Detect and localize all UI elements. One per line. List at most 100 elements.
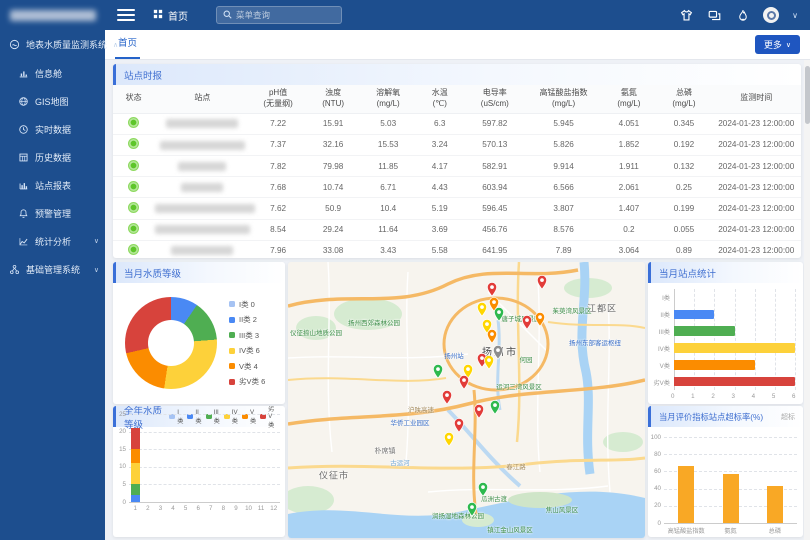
page-scrollbar bbox=[804, 60, 810, 540]
y-tick-label: 40 bbox=[654, 485, 661, 492]
vbar-总磷[interactable] bbox=[767, 486, 783, 523]
legend-item-III类[interactable]: III类 3 bbox=[229, 330, 265, 341]
yearly-grade-chart: 0510152025123456789101112 bbox=[129, 414, 280, 502]
sidebar-toggle-icon[interactable] bbox=[117, 9, 135, 22]
map-pin-red[interactable] bbox=[537, 275, 548, 290]
vbar-氨氮[interactable] bbox=[723, 474, 739, 523]
y-tick-label: 100 bbox=[651, 434, 661, 441]
exceed-rate-legend[interactable]: 超标 bbox=[781, 412, 795, 422]
sidebar-item-GIS地图[interactable]: GIS地图 bbox=[0, 87, 105, 115]
y-tick-label: 0 bbox=[123, 499, 126, 506]
map-pin-orange[interactable] bbox=[535, 312, 546, 327]
legend-dot bbox=[229, 332, 235, 338]
table-row[interactable]: 7.6250.910.45.19596.453.8071.4070.199202… bbox=[113, 198, 801, 219]
sidebar-item-站点报表[interactable]: 站点报表 bbox=[0, 171, 105, 199]
sidebar-item-信息舱[interactable]: 信息舱 bbox=[0, 59, 105, 87]
value-cell: 0.2 bbox=[601, 219, 656, 240]
map-pin-red[interactable] bbox=[487, 282, 498, 297]
gridline bbox=[674, 289, 675, 390]
bar-segment-III类 bbox=[131, 484, 140, 495]
value-cell: 1.911 bbox=[601, 155, 656, 176]
sidebar-item-统计分析[interactable]: 统计分析∨ bbox=[0, 227, 105, 255]
breadcrumb-home[interactable]: 首页 bbox=[168, 8, 188, 23]
map-pin-green[interactable] bbox=[433, 364, 444, 379]
hbar-II类[interactable] bbox=[674, 310, 714, 320]
station-report-title: 站点时报 bbox=[124, 68, 162, 82]
map-pin-green[interactable] bbox=[478, 482, 489, 497]
legend-item-劣V类[interactable]: 劣V类 6 bbox=[229, 376, 265, 387]
map-pin-red[interactable] bbox=[442, 390, 453, 405]
value-cell: 1.852 bbox=[601, 134, 656, 155]
station-name-blurred bbox=[155, 204, 255, 213]
table-row[interactable]: 7.8279.9811.854.17582.919.9141.9110.1322… bbox=[113, 155, 801, 176]
column-header-高锰酸盐指数: 高锰酸盐指数(mg/L) bbox=[526, 85, 602, 113]
legend-item-II类[interactable]: II类 2 bbox=[229, 314, 265, 325]
more-button[interactable]: 更多∨ bbox=[755, 35, 800, 54]
map-pin-red[interactable] bbox=[459, 375, 470, 390]
tab-home[interactable]: 首页 bbox=[115, 30, 140, 59]
hbar-IV类[interactable] bbox=[674, 343, 795, 353]
map-pin-orange[interactable] bbox=[487, 329, 498, 344]
sidebar-item-预警管理[interactable]: 预警管理 bbox=[0, 199, 105, 227]
flame-icon[interactable] bbox=[735, 8, 750, 23]
sidebar-item-label: 信息舱 bbox=[35, 67, 62, 80]
map-pin-green[interactable] bbox=[467, 502, 478, 517]
map-pin-red[interactable] bbox=[522, 315, 533, 330]
legend-label: V类 4 bbox=[239, 361, 258, 372]
value-cell: 597.82 bbox=[464, 113, 526, 134]
gis-map-icon bbox=[18, 96, 29, 107]
base-system-icon bbox=[9, 264, 20, 275]
map-pin-red[interactable] bbox=[474, 404, 485, 419]
map-pin-yellow[interactable] bbox=[484, 355, 495, 370]
value-cell: 6.71 bbox=[361, 177, 416, 198]
table-row[interactable]: 7.3732.1615.533.24570.135.8261.8520.1922… bbox=[113, 134, 801, 155]
value-cell: 10.4 bbox=[361, 198, 416, 219]
legend-item-I类[interactable]: I类 0 bbox=[229, 299, 265, 310]
value-cell: 2024-01-23 12:00:00 bbox=[711, 155, 801, 176]
user-menu-chevron-icon[interactable]: ∨ bbox=[792, 11, 798, 20]
chevron-up-icon: ∧ bbox=[113, 41, 118, 49]
theme-skin-icon[interactable] bbox=[679, 8, 694, 23]
multi-screen-icon[interactable] bbox=[707, 8, 722, 23]
map-pin-yellow[interactable] bbox=[444, 432, 455, 447]
map-pin-green[interactable] bbox=[494, 307, 505, 322]
legend-item-IV类[interactable]: IV类 6 bbox=[229, 345, 265, 356]
topbar-actions: ∨ bbox=[679, 7, 810, 23]
column-header-溶解氧: 溶解氧(mg/L) bbox=[361, 85, 416, 113]
sidebar-item-历史数据[interactable]: 历史数据 bbox=[0, 143, 105, 171]
hbar-III类[interactable] bbox=[674, 326, 735, 336]
sidebar-item-label: 历史数据 bbox=[35, 151, 71, 164]
scrollbar-thumb[interactable] bbox=[805, 66, 810, 124]
table-row[interactable]: 7.2215.915.036.3597.825.9454.0510.345202… bbox=[113, 113, 801, 134]
hbar-V类[interactable] bbox=[674, 360, 755, 370]
sidebar-item-实时数据[interactable]: 实时数据 bbox=[0, 115, 105, 143]
map-pin-green[interactable] bbox=[490, 400, 501, 415]
value-cell: 2024-01-23 12:00:00 bbox=[711, 198, 801, 219]
table-row[interactable]: 7.6810.746.714.43603.946.5662.0610.25202… bbox=[113, 177, 801, 198]
sidebar-group-基础管理系统[interactable]: 基础管理系统∨ bbox=[0, 255, 105, 284]
station-name-cell bbox=[154, 134, 250, 155]
legend-label: IV类 6 bbox=[239, 345, 260, 356]
stacked-bar-month-1[interactable] bbox=[131, 428, 140, 502]
table-row[interactable]: 7.9633.083.435.58641.957.893.0640.892024… bbox=[113, 240, 801, 258]
value-cell: 570.13 bbox=[464, 134, 526, 155]
vbar-高锰酸盐指数[interactable] bbox=[678, 466, 694, 523]
user-avatar[interactable] bbox=[763, 7, 779, 23]
table-row[interactable]: 8.5429.2411.643.69456.768.5760.20.055202… bbox=[113, 219, 801, 240]
search-input[interactable] bbox=[236, 10, 335, 20]
value-cell: 6.566 bbox=[526, 177, 602, 198]
exceed-rate-title: 当月评价指标站点超标率(%) bbox=[659, 411, 763, 423]
sidebar-group-label: 地表水质量监测系统 bbox=[26, 38, 107, 51]
breadcrumb[interactable]: 首页 bbox=[153, 8, 188, 23]
legend-item-V类[interactable]: V类 4 bbox=[229, 361, 265, 372]
hbar-劣V类[interactable] bbox=[674, 377, 795, 387]
sidebar-group-地表水质量监测系统[interactable]: 地表水质量监测系统∧ bbox=[0, 30, 105, 59]
value-cell: 4.43 bbox=[416, 177, 464, 198]
map-canvas[interactable]: 扬州市江都区仪征市扬州站扬州西郊森林公园仪征捺山地质公园茱萸湾风景区唐子城风景区… bbox=[288, 262, 645, 538]
status-cell bbox=[113, 155, 154, 176]
gridline bbox=[129, 502, 280, 503]
map-pin-yellow[interactable] bbox=[477, 302, 488, 317]
menu-search[interactable] bbox=[216, 6, 342, 24]
status-cell bbox=[113, 177, 154, 198]
map-pin-red[interactable] bbox=[454, 418, 465, 433]
